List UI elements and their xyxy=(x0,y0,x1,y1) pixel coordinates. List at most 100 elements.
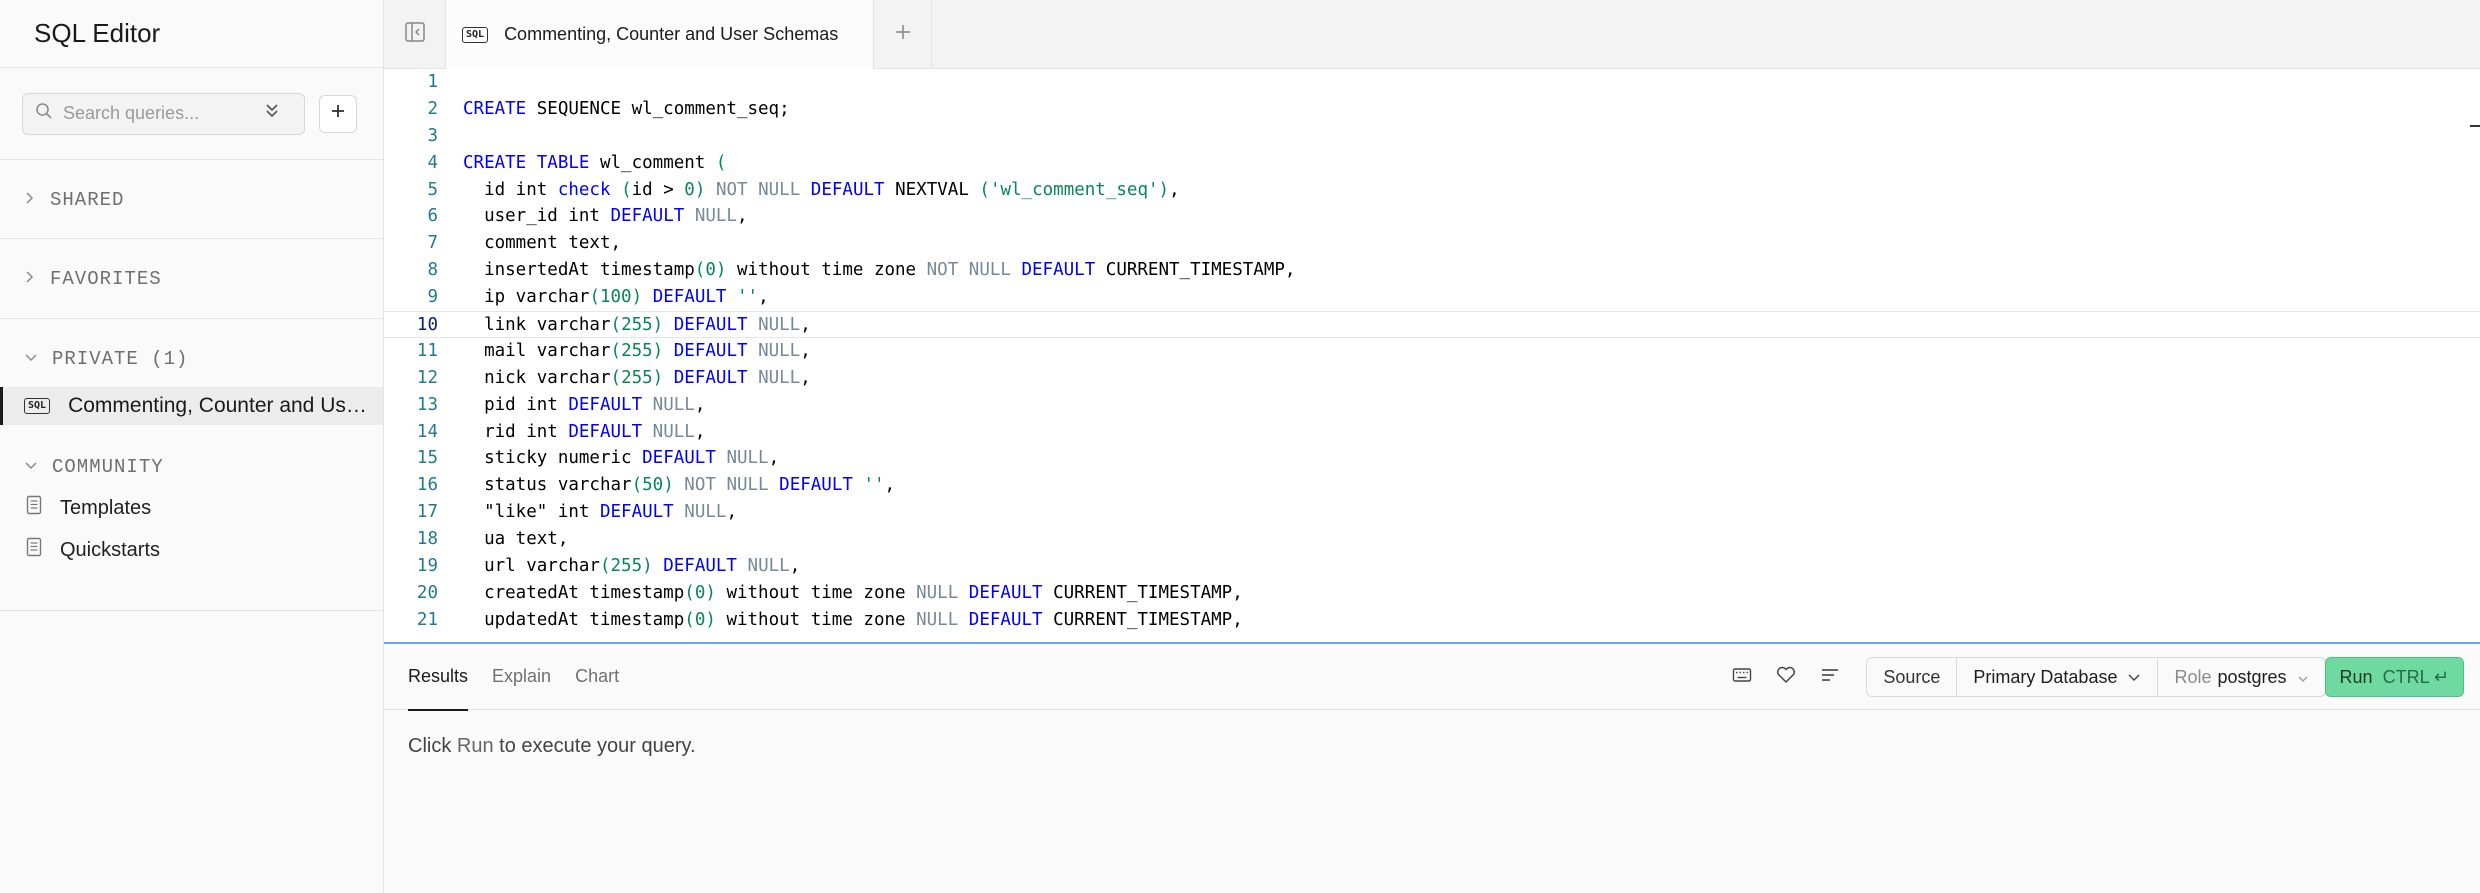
sidebar-item-quickstarts[interactable]: Quickstarts xyxy=(0,529,383,571)
code-line[interactable]: 19 url varchar(255) DEFAULT NULL, xyxy=(384,553,2480,580)
code-line[interactable]: 8 insertedAt timestamp(0) without time z… xyxy=(384,257,2480,284)
section-private: PRIVATE (1) SQL Commenting, Counter and … xyxy=(0,319,383,425)
code-line[interactable]: 4 CREATE TABLE wl_comment ( xyxy=(384,150,2480,177)
tab-results[interactable]: Results xyxy=(408,644,469,711)
section-private-label: PRIVATE (1) xyxy=(52,348,189,370)
code-text: user_id int DEFAULT NULL, xyxy=(463,206,748,227)
code-line[interactable]: 7 comment text, xyxy=(384,230,2480,257)
section-community: COMMUNITY Templates Quickstarts xyxy=(0,425,383,611)
tab-explain[interactable]: Explain xyxy=(492,644,551,710)
sidebar-item-label: Templates xyxy=(60,496,152,519)
section-favorites: FAVORITES xyxy=(0,239,383,319)
sidebar-item-label: Quickstarts xyxy=(60,538,161,561)
code-text: insertedAt timestamp(0) without time zon… xyxy=(463,260,1296,281)
code-text: ua text, xyxy=(463,529,569,550)
line-number: 18 xyxy=(416,529,438,550)
line-number: 11 xyxy=(416,340,438,361)
section-shared-label: SHARED xyxy=(50,188,125,211)
code-line[interactable]: 15 sticky numeric DEFAULT NULL, xyxy=(384,445,2480,472)
run-button[interactable]: Run CTRL ↵ xyxy=(2324,657,2464,697)
tab-chart[interactable]: Chart xyxy=(575,644,619,710)
new-query-button[interactable] xyxy=(319,94,357,133)
format-button[interactable] xyxy=(1808,656,1852,698)
sql-icon: SQL xyxy=(462,26,489,43)
results-message: Click Run to execute your query. xyxy=(384,710,2480,783)
keyboard-shortcuts-button[interactable] xyxy=(1720,656,1764,698)
new-tab-button[interactable] xyxy=(874,0,932,68)
chevron-down-icon xyxy=(24,348,38,370)
code-text: status varchar(50) NOT NULL DEFAULT '', xyxy=(463,475,896,496)
sidebar-item-query[interactable]: SQL Commenting, Counter and User Schemas xyxy=(0,387,383,425)
results-tools: Source Primary Database Role postgres Ru… xyxy=(1720,656,2464,698)
line-number: 21 xyxy=(416,609,438,630)
section-shared-header[interactable]: SHARED xyxy=(0,160,383,239)
database-select[interactable]: Primary Database xyxy=(1957,658,2159,696)
code-text: link varchar(255) DEFAULT NULL, xyxy=(463,315,811,336)
message-prefix: Click xyxy=(408,735,452,757)
line-number: 9 xyxy=(427,287,438,308)
chevron-down-icon xyxy=(24,456,38,478)
line-number: 6 xyxy=(427,206,438,227)
tab-label: Commenting, Counter and User Schemas xyxy=(504,24,839,44)
code-line[interactable]: 18 ua text, xyxy=(384,526,2480,553)
heart-icon xyxy=(1776,666,1796,689)
code-line[interactable]: 2 CREATE SEQUENCE wl_comment_seq; xyxy=(384,96,2480,123)
code-line[interactable]: 3 xyxy=(384,123,2480,150)
database-value: Primary Database xyxy=(1973,666,2118,687)
code-text: url varchar(255) DEFAULT NULL, xyxy=(463,556,801,577)
chevron-right-icon xyxy=(24,268,36,290)
results-panel: Results Explain Chart Source Primary Dat… xyxy=(384,644,2480,893)
code-line[interactable]: 1 xyxy=(384,69,2480,96)
code-line[interactable]: 14 rid int DEFAULT NULL, xyxy=(384,419,2480,446)
code-line[interactable]: 12 nick varchar(255) DEFAULT NULL, xyxy=(384,365,2480,392)
line-number: 13 xyxy=(416,394,438,415)
line-number: 14 xyxy=(416,421,438,442)
section-favorites-header[interactable]: FAVORITES xyxy=(0,239,383,318)
tab-query[interactable]: SQL Commenting, Counter and User Schemas xyxy=(446,0,874,69)
chevron-down-icon xyxy=(2127,667,2141,688)
code-line[interactable]: 9 ip varchar(100) DEFAULT '', xyxy=(384,284,2480,311)
line-number: 20 xyxy=(416,582,438,603)
section-private-header[interactable]: PRIVATE (1) xyxy=(0,341,383,377)
main-area: SQL Commenting, Counter and User Schemas… xyxy=(384,0,2480,893)
line-number: 15 xyxy=(416,448,438,469)
code-line[interactable]: 16 status varchar(50) NOT NULL DEFAULT '… xyxy=(384,472,2480,499)
collapse-all-icon[interactable] xyxy=(263,102,281,125)
section-community-label: COMMUNITY xyxy=(52,456,164,478)
source-label: Source xyxy=(1867,658,1958,696)
line-number: 4 xyxy=(427,152,438,173)
search-box[interactable] xyxy=(22,92,305,135)
toggle-sidebar-button[interactable] xyxy=(384,0,446,68)
sidebar-item-templates[interactable]: Templates xyxy=(0,487,383,529)
line-number: 8 xyxy=(427,260,438,281)
line-number: 16 xyxy=(416,475,438,496)
line-number: 7 xyxy=(427,233,438,254)
code-line[interactable]: 5 id int check (id > 0) NOT NULL DEFAULT… xyxy=(384,177,2480,204)
search-icon xyxy=(35,102,53,125)
favorite-button[interactable] xyxy=(1764,656,1808,698)
code-line[interactable]: 6 user_id int DEFAULT NULL, xyxy=(384,203,2480,230)
run-shortcut: CTRL ↵ xyxy=(2382,666,2449,687)
sidebar: SQL Editor SHARED xyxy=(0,0,384,893)
keyboard-icon xyxy=(1732,667,1752,688)
sidebar-item-label: Commenting, Counter and User Schemas xyxy=(68,394,368,417)
code-text: comment text, xyxy=(463,233,622,254)
role-value: postgres xyxy=(2217,666,2287,687)
code-editor[interactable]: 1 2 CREATE SEQUENCE wl_comment_seq; 3 4 CREAT… xyxy=(384,69,2480,643)
code-line[interactable]: 21 updatedAt timestamp(0) without time z… xyxy=(384,607,2480,634)
code-line[interactable]: 20 createdAt timestamp(0) without time z… xyxy=(384,580,2480,607)
code-text: ip varchar(100) DEFAULT '', xyxy=(463,287,769,308)
sql-icon: SQL xyxy=(24,398,51,414)
role-label: Role xyxy=(2174,666,2212,687)
code-line[interactable]: 17 "like" int DEFAULT NULL, xyxy=(384,499,2480,526)
search-input[interactable] xyxy=(63,103,253,124)
code-text: sticky numeric DEFAULT NULL, xyxy=(463,448,780,469)
code-line[interactable]: 13 pid int DEFAULT NULL, xyxy=(384,392,2480,419)
connection-selector: Source Primary Database Role postgres xyxy=(1866,657,2326,697)
role-select[interactable]: Role postgres xyxy=(2158,658,2324,696)
code-line[interactable]: 10 link varchar(255) DEFAULT NULL, xyxy=(384,311,2480,338)
line-number: 12 xyxy=(416,367,438,388)
run-label: Run xyxy=(2339,666,2373,687)
section-community-header[interactable]: COMMUNITY xyxy=(0,447,383,487)
code-line[interactable]: 11 mail varchar(255) DEFAULT NULL, xyxy=(384,338,2480,365)
